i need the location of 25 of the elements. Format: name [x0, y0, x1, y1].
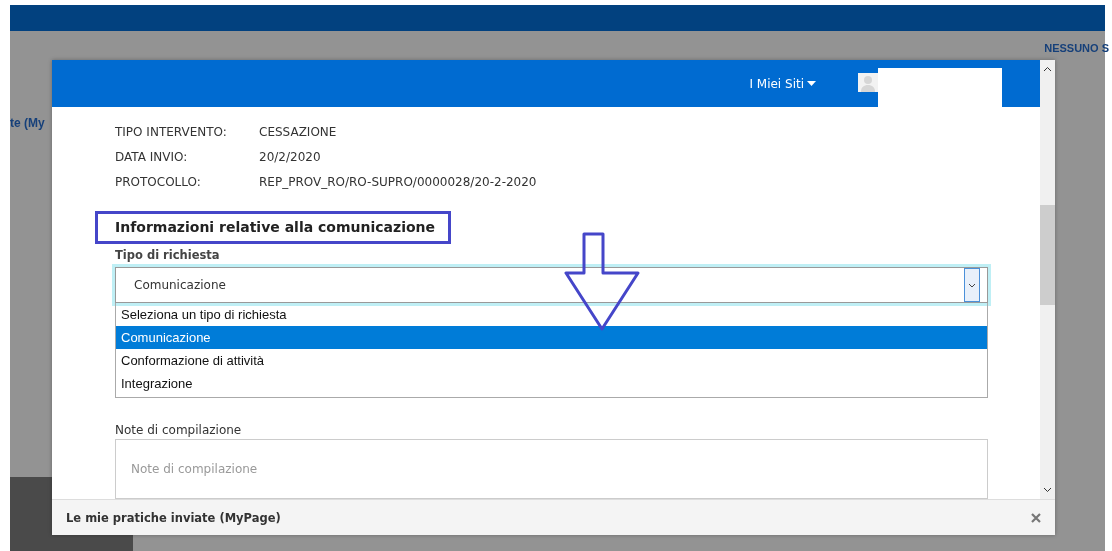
- scrollbar[interactable]: [1040, 60, 1055, 499]
- field-label: Note di compilazione: [115, 423, 243, 437]
- detail-value: 20/2/2020: [259, 149, 321, 164]
- notes-field[interactable]: Note di compilazione: [115, 439, 988, 499]
- detail-value: CESSAZIONE: [259, 124, 337, 139]
- scroll-down-icon[interactable]: [1043, 487, 1052, 493]
- chevron-icon: [964, 268, 980, 302]
- caret-icon: [807, 81, 816, 86]
- dropdown-option[interactable]: Comunicazione: [116, 326, 987, 349]
- field-label: Tipo di richiesta: [115, 248, 221, 262]
- close-icon[interactable]: [1031, 512, 1041, 523]
- detail-label: TIPO INTERVENTO:: [115, 124, 228, 139]
- dropdown-option[interactable]: Integrazione: [116, 372, 987, 395]
- request-type-select[interactable]: Comunicazione: [115, 267, 988, 303]
- detail-label: DATA INVIO:: [115, 149, 189, 164]
- scroll-up-icon[interactable]: [1043, 66, 1052, 72]
- dropdown-option[interactable]: Conformazione di attività: [116, 349, 987, 372]
- footer-title: Le mie pratiche inviate (MyPage): [66, 510, 282, 525]
- dropdown-option[interactable]: Seleziona un tipo di richiesta: [116, 303, 987, 326]
- detail-label: PROTOCOLLO:: [115, 175, 202, 190]
- detail-value: REP_PROV_RO/RO-SUPRO/0000028/20-2-2020: [259, 175, 537, 190]
- sites-menu[interactable]: I Miei Siti: [749, 60, 816, 107]
- nav-label[interactable]: NESSUNO S: [1044, 42, 1109, 54]
- scroll-thumb[interactable]: [1040, 205, 1055, 305]
- section-title: Informazioni relative alla comunicazione: [115, 219, 436, 236]
